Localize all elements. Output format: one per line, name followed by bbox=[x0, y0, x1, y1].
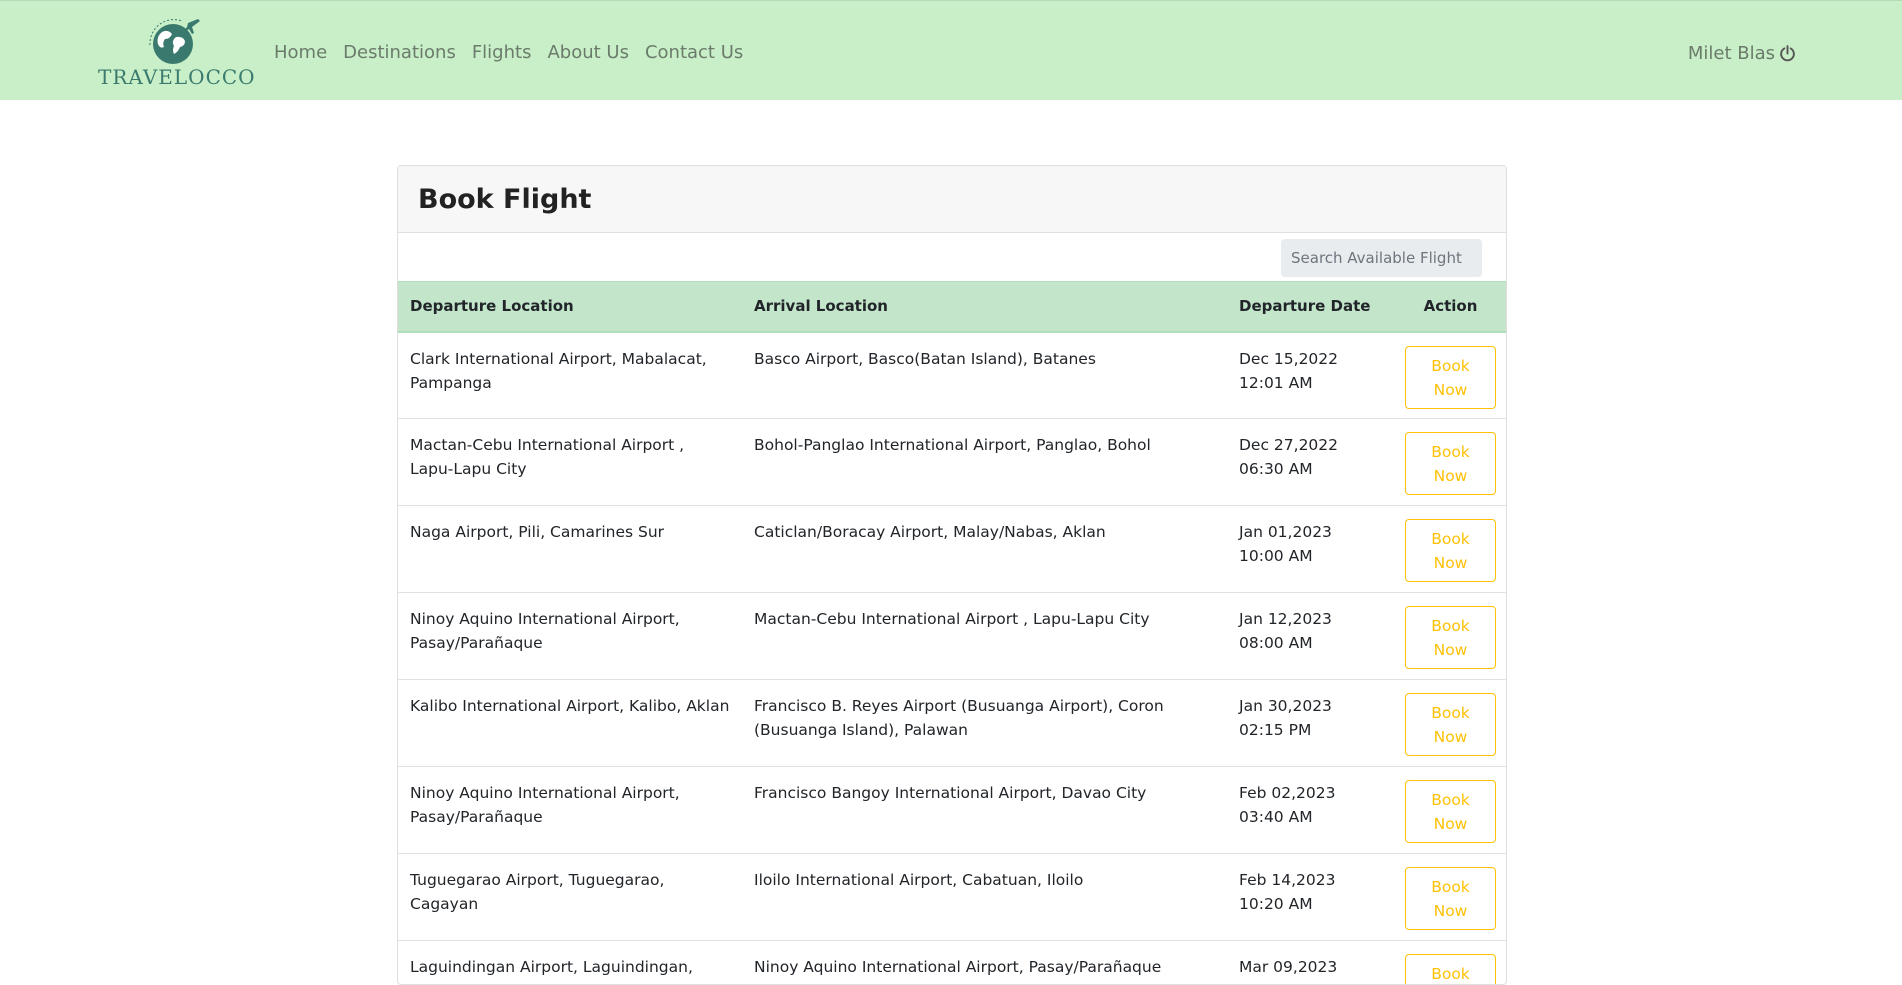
table-row: Ninoy Aquino International Airport, Pasa… bbox=[398, 593, 1507, 680]
table-row: Laguindingan Airport, Laguindingan, Misa… bbox=[398, 941, 1507, 985]
globe-airplane-icon bbox=[142, 15, 204, 67]
action-cell: Book Now bbox=[1393, 332, 1507, 419]
nav-home[interactable]: Home bbox=[274, 39, 327, 67]
table-row: Tuguegarao Airport, Tuguegarao, Cagayan … bbox=[398, 854, 1507, 941]
user-name: Milet Blas bbox=[1688, 43, 1775, 64]
book-now-button[interactable]: Book Now bbox=[1405, 954, 1496, 985]
table-row: Naga Airport, Pili, Camarines Sur Caticl… bbox=[398, 506, 1507, 593]
table-header-row: Departure Location Arrival Location Depa… bbox=[398, 282, 1507, 332]
action-cell: Book Now bbox=[1393, 419, 1507, 506]
action-cell: Book Now bbox=[1393, 854, 1507, 941]
book-now-button[interactable]: Book Now bbox=[1405, 693, 1496, 756]
card-header: Book Flight bbox=[398, 166, 1506, 233]
departure-date-cell: Jan 30,2023 02:15 PM bbox=[1227, 680, 1393, 767]
arrival-location-cell: Ninoy Aquino International Airport, Pasa… bbox=[742, 941, 1227, 985]
nav-about-us[interactable]: About Us bbox=[547, 39, 629, 67]
action-cell: Book Now bbox=[1393, 593, 1507, 680]
departure-location-cell: Laguindingan Airport, Laguindingan, Misa… bbox=[398, 941, 742, 985]
search-flight-input[interactable] bbox=[1281, 239, 1482, 277]
table-row: Mactan-Cebu International Airport , Lapu… bbox=[398, 419, 1507, 506]
arrival-location-cell: Caticlan/Boracay Airport, Malay/Nabas, A… bbox=[742, 506, 1227, 593]
nav-destinations[interactable]: Destinations bbox=[343, 39, 456, 67]
departure-date-cell: Mar 09,2023 06:15 bbox=[1227, 941, 1393, 985]
navbar: TRAVELOCCO Home Destinations Flights Abo… bbox=[0, 0, 1902, 100]
departure-location-cell: Kalibo International Airport, Kalibo, Ak… bbox=[398, 680, 742, 767]
arrival-location-cell: Bohol-Panglao International Airport, Pan… bbox=[742, 419, 1227, 506]
departure-location-cell: Clark International Airport, Mabalacat, … bbox=[398, 332, 742, 419]
action-cell: Book Now bbox=[1393, 767, 1507, 854]
book-now-button[interactable]: Book Now bbox=[1405, 867, 1496, 930]
book-now-button[interactable]: Book Now bbox=[1405, 346, 1496, 409]
table-row: Kalibo International Airport, Kalibo, Ak… bbox=[398, 680, 1507, 767]
departure-date-cell: Jan 12,2023 08:00 AM bbox=[1227, 593, 1393, 680]
action-cell: Book Now bbox=[1393, 680, 1507, 767]
arrival-location-cell: Iloilo International Airport, Cabatuan, … bbox=[742, 854, 1227, 941]
arrival-location-cell: Francisco Bangoy International Airport, … bbox=[742, 767, 1227, 854]
action-cell: Book Now bbox=[1393, 941, 1507, 985]
nav-contact-us[interactable]: Contact Us bbox=[645, 39, 743, 67]
header-departure-date: Departure Date bbox=[1227, 282, 1393, 332]
book-now-button[interactable]: Book Now bbox=[1405, 519, 1496, 582]
nav-flights[interactable]: Flights bbox=[472, 39, 532, 67]
departure-location-cell: Ninoy Aquino International Airport, Pasa… bbox=[398, 593, 742, 680]
departure-location-cell: Mactan-Cebu International Airport , Lapu… bbox=[398, 419, 742, 506]
departure-location-cell: Naga Airport, Pili, Camarines Sur bbox=[398, 506, 742, 593]
book-now-button[interactable]: Book Now bbox=[1405, 432, 1496, 495]
flights-table: Departure Location Arrival Location Depa… bbox=[398, 281, 1507, 985]
arrival-location-cell: Basco Airport, Basco(Batan Island), Bata… bbox=[742, 332, 1227, 419]
departure-date-cell: Feb 14,2023 10:20 AM bbox=[1227, 854, 1393, 941]
action-cell: Book Now bbox=[1393, 506, 1507, 593]
book-now-button[interactable]: Book Now bbox=[1405, 780, 1496, 843]
main-nav: Home Destinations Flights About Us Conta… bbox=[274, 39, 743, 67]
header-departure-location: Departure Location bbox=[398, 282, 742, 332]
book-now-button[interactable]: Book Now bbox=[1405, 606, 1496, 669]
table-row: Ninoy Aquino International Airport, Pasa… bbox=[398, 767, 1507, 854]
power-icon[interactable] bbox=[1779, 45, 1796, 62]
header-arrival-location: Arrival Location bbox=[742, 282, 1227, 332]
header-action: Action bbox=[1393, 282, 1507, 332]
search-row bbox=[398, 233, 1506, 281]
departure-location-cell: Ninoy Aquino International Airport, Pasa… bbox=[398, 767, 742, 854]
table-row: Clark International Airport, Mabalacat, … bbox=[398, 332, 1507, 419]
brand-name: TRAVELOCCO bbox=[98, 65, 254, 89]
arrival-location-cell: Mactan-Cebu International Airport , Lapu… bbox=[742, 593, 1227, 680]
arrival-location-cell: Francisco B. Reyes Airport (Busuanga Air… bbox=[742, 680, 1227, 767]
user-menu[interactable]: Milet Blas bbox=[1688, 39, 1796, 67]
departure-date-cell: Dec 27,2022 06:30 AM bbox=[1227, 419, 1393, 506]
departure-date-cell: Jan 01,2023 10:00 AM bbox=[1227, 506, 1393, 593]
page-title: Book Flight bbox=[418, 184, 591, 215]
book-flight-card: Book Flight Departure Location Arrival L… bbox=[397, 165, 1507, 985]
departure-date-cell: Feb 02,2023 03:40 AM bbox=[1227, 767, 1393, 854]
brand-logo[interactable]: TRAVELOCCO bbox=[98, 15, 254, 87]
departure-date-cell: Dec 15,2022 12:01 AM bbox=[1227, 332, 1393, 419]
departure-location-cell: Tuguegarao Airport, Tuguegarao, Cagayan bbox=[398, 854, 742, 941]
